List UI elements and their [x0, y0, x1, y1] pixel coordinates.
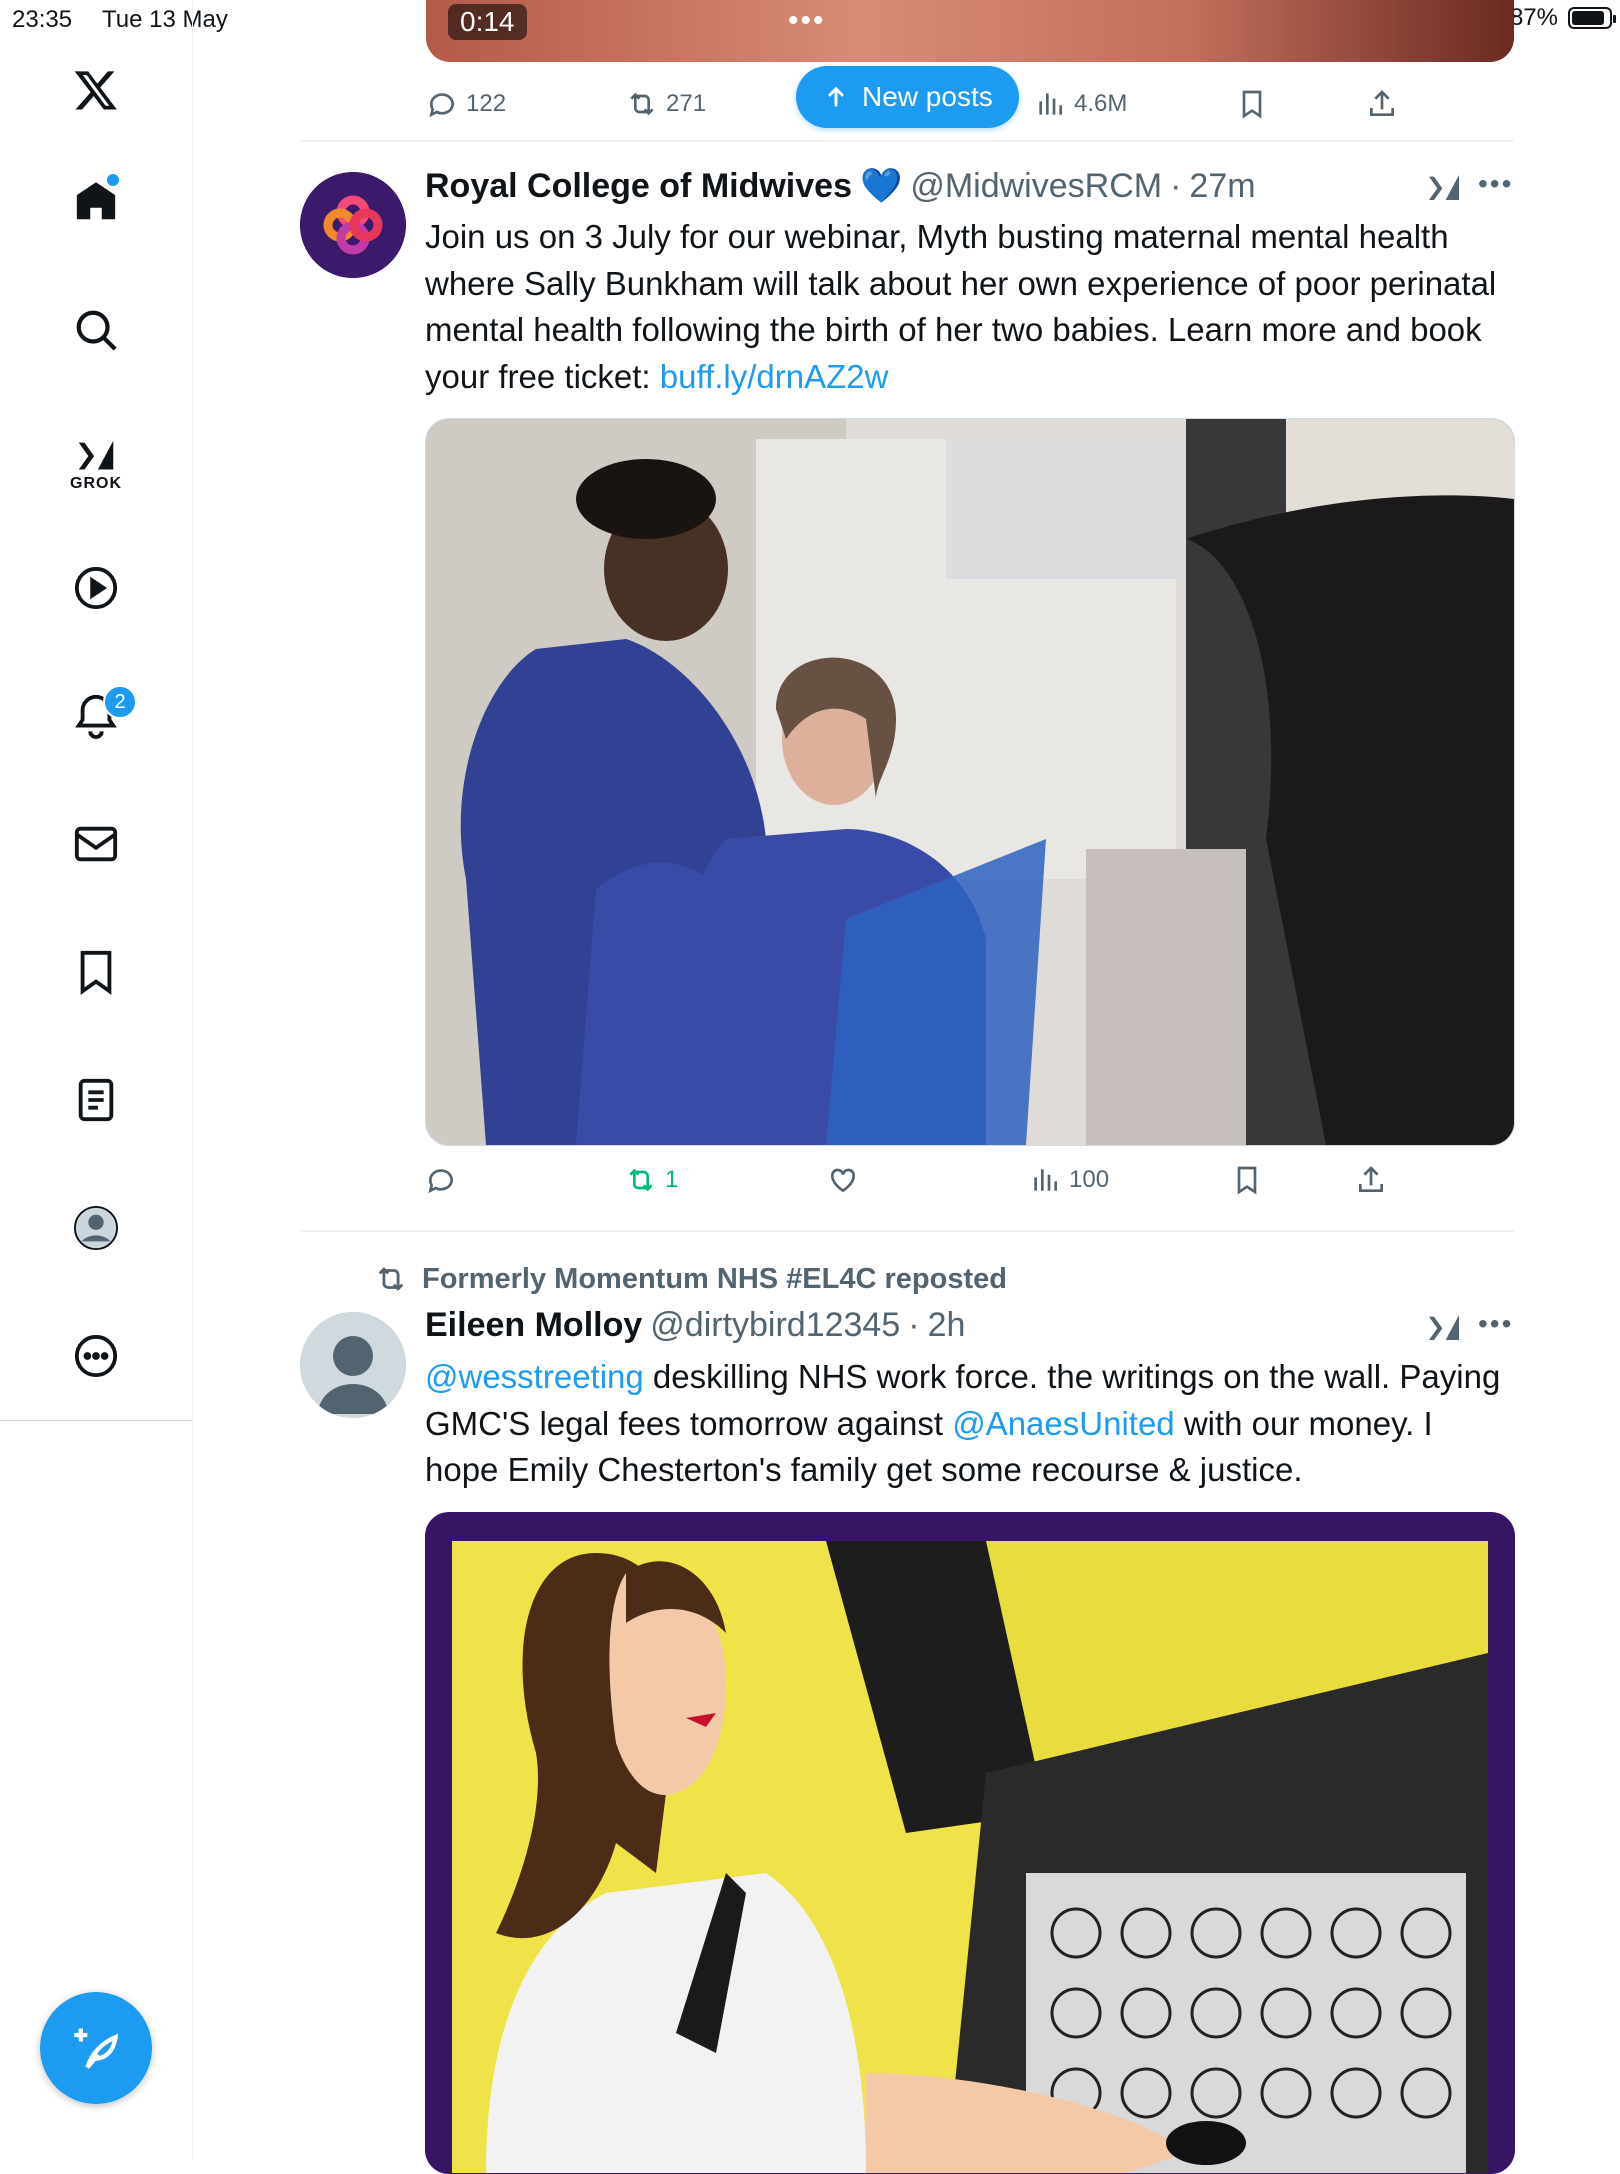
post1-more-icon[interactable]: ••• — [1478, 168, 1513, 200]
repost-button[interactable]: 271 — [626, 88, 706, 120]
bookmarks-icon[interactable] — [56, 932, 136, 1012]
compose-post-button[interactable] — [40, 1992, 152, 2104]
x-logo-icon[interactable] — [56, 50, 136, 130]
post2-handle[interactable]: @dirtybird12345 — [650, 1306, 900, 1345]
video-icon[interactable] — [56, 548, 136, 628]
post2-time[interactable]: 2h — [928, 1306, 966, 1345]
views-button[interactable]: 4.6M — [1034, 88, 1127, 120]
new-posts-pill[interactable]: New posts — [796, 66, 1019, 128]
notifications-badge: 2 — [103, 685, 137, 719]
post1-link[interactable]: buff.ly/drnAZ2w — [660, 358, 889, 395]
post2-mention-anaesunited[interactable]: @AnaesUnited — [952, 1405, 1174, 1442]
heart-icon — [830, 1168, 856, 1193]
post1-time[interactable]: 27m — [1189, 167, 1255, 206]
video-timestamp: 0:14 — [448, 4, 527, 40]
post2-mention-wesstreeting[interactable]: @wesstreeting — [425, 1358, 644, 1395]
arrow-up-icon — [827, 86, 845, 107]
reply-button[interactable]: 122 — [426, 88, 506, 120]
post1-views-button[interactable]: 100 — [1029, 1164, 1109, 1196]
reply-icon — [429, 93, 454, 118]
repost-icon — [629, 1168, 653, 1192]
post2-text: @wesstreeting deskilling NHS work force.… — [425, 1354, 1515, 1494]
post1-author-name[interactable]: Royal College of Midwives — [425, 167, 852, 206]
post1-views-count: 100 — [1069, 1166, 1110, 1193]
views-icon — [1034, 1169, 1057, 1191]
post1-repost-count: 1 — [665, 1166, 679, 1193]
profile-avatar-icon[interactable] — [56, 1188, 136, 1268]
repost-context-icon — [378, 1267, 404, 1291]
post1-actions: 1 100 — [425, 1160, 1515, 1200]
post1-text: Join us on 3 July for our webinar, Myth … — [425, 214, 1515, 400]
battery-icon — [1568, 7, 1616, 29]
post1-body: Join us on 3 July for our webinar, Myth … — [425, 218, 1497, 395]
repost-count: 271 — [666, 90, 707, 117]
post1-separator: · — [1170, 166, 1182, 205]
post-divider — [300, 140, 1514, 142]
post2-separator: · — [908, 1306, 920, 1344]
post-divider — [300, 1230, 1514, 1232]
views-count: 4.6M — [1074, 90, 1128, 117]
bookmark-button[interactable] — [1236, 88, 1268, 120]
compose-feather-icon — [74, 2028, 119, 2069]
grok-explain-icon[interactable] — [1424, 170, 1464, 210]
rcm-avatar[interactable] — [300, 172, 406, 278]
post2-author-name[interactable]: Eileen Molloy — [425, 1306, 642, 1345]
video-thumbnail[interactable]: 0:14 ••• — [426, 0, 1514, 62]
video-progress-dots: ••• — [788, 4, 826, 37]
post1-author-line: Royal College of Midwives 💙 @MidwivesRCM… — [425, 166, 1256, 206]
home-unread-dot — [107, 174, 119, 186]
post1-share-button[interactable] — [1355, 1164, 1387, 1196]
sidebar-divider — [0, 1420, 192, 1421]
eileen-avatar[interactable] — [300, 1312, 406, 1418]
share-icon — [1370, 90, 1394, 116]
post1-like-button[interactable] — [827, 1164, 859, 1196]
share-icon — [1359, 1166, 1383, 1192]
home-icon[interactable] — [56, 162, 136, 242]
repost-context-text[interactable]: Formerly Momentum NHS #EL4C reposted — [422, 1263, 1007, 1296]
post1-reply-button[interactable] — [425, 1164, 457, 1196]
reply-count: 122 — [466, 90, 507, 117]
lists-icon[interactable] — [56, 1060, 136, 1140]
post2-image[interactable] — [425, 1512, 1515, 2174]
more-options-icon[interactable] — [56, 1316, 136, 1396]
post1-handle[interactable]: @MidwivesRCM — [910, 167, 1162, 206]
post1-repost-button[interactable]: 1 — [625, 1164, 678, 1196]
sidebar: GROK 2 — [0, 0, 193, 2160]
repost-context: Formerly Momentum NHS #EL4C reposted — [374, 1262, 1007, 1296]
search-icon[interactable] — [56, 290, 136, 370]
new-posts-label: New posts — [862, 81, 993, 112]
views-icon — [1039, 93, 1062, 115]
share-button[interactable] — [1366, 88, 1398, 120]
post1-bookmark-button[interactable] — [1231, 1164, 1263, 1196]
verified-badge-icon: 💙 — [859, 167, 903, 205]
post2-more-icon[interactable]: ••• — [1478, 1308, 1513, 1340]
grok-explain-icon[interactable] — [1424, 1310, 1464, 1350]
bookmark-icon — [1237, 1166, 1257, 1195]
reply-icon — [428, 1169, 453, 1194]
repost-icon — [630, 92, 654, 116]
messages-icon[interactable] — [56, 804, 136, 884]
post2-author-line: Eileen Molloy @dirtybird12345 · 2h — [425, 1306, 965, 1345]
post1-image[interactable] — [425, 418, 1515, 1146]
grok-label: GROK — [70, 475, 122, 492]
bookmark-icon — [1242, 90, 1262, 119]
battery-percent: 87% — [1509, 4, 1558, 31]
